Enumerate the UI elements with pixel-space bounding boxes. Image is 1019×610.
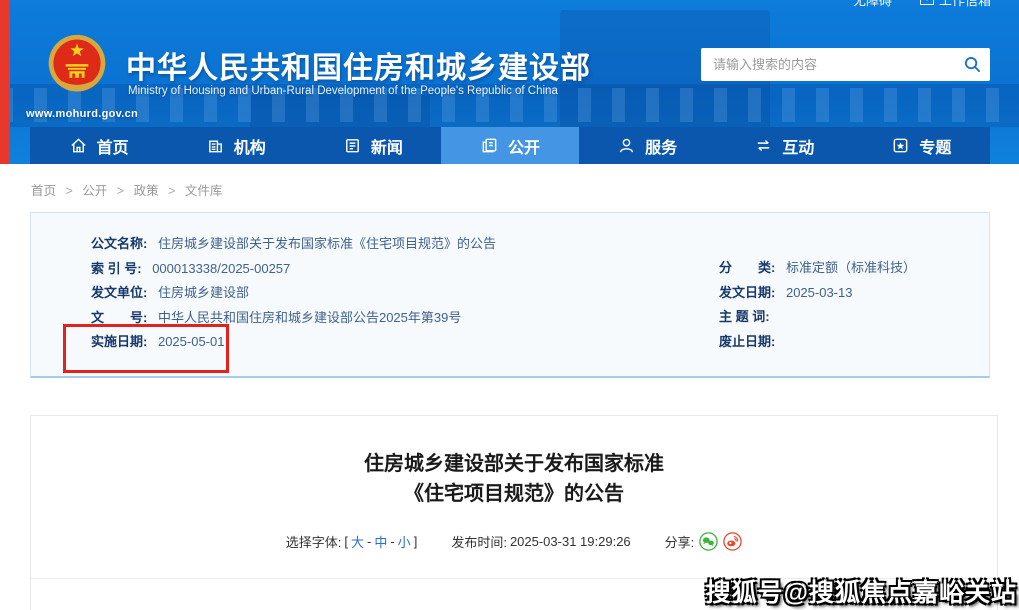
sohu-watermark: 搜狐号@搜狐焦点嘉峪关站: [706, 573, 1017, 609]
topbar: 无障碍 工作信箱: [853, 0, 991, 9]
search-button[interactable]: [954, 48, 990, 81]
site-subtitle-english: Ministry of Housing and Urban-Rural Deve…: [128, 85, 558, 97]
font-size-medium[interactable]: 中: [374, 532, 387, 551]
nav-item-disclosure[interactable]: 公开: [441, 127, 578, 164]
article-meta-row: 选择字体: [ 大 - 中 - 小 ] 发布时间: 2025-03-31 19:…: [31, 532, 997, 551]
home-icon: [69, 136, 88, 155]
nav-item-news[interactable]: 新闻: [304, 127, 441, 164]
font-size-small[interactable]: 小: [398, 532, 411, 551]
main-nav: 首页 机构 新闻 公开 服务: [30, 127, 990, 164]
building-icon: [206, 136, 225, 155]
open-documents-icon: [480, 136, 499, 155]
breadcrumb-disclosure[interactable]: 公开: [82, 184, 107, 198]
nav-item-home[interactable]: 首页: [30, 127, 167, 164]
share-controls: 分享:: [665, 532, 743, 551]
search-input[interactable]: [701, 48, 954, 81]
national-emblem-logo: [46, 32, 108, 100]
meta-row-issue-date: 发文日期: 2025-03-13: [719, 281, 979, 306]
topbar-link-accessibility[interactable]: 无障碍: [853, 0, 892, 9]
meta-row-doc-name: 公文名称: 住房城乡建设部关于发布国家标准《住宅项目规范》的公告: [91, 232, 691, 257]
weibo-share-icon[interactable]: [723, 532, 742, 551]
meta-row-category: 分 类: 标准定额（标准科技）: [719, 256, 979, 281]
breadcrumb: 首页 > 公开 > 政策 > 文件库: [31, 180, 222, 199]
meta-row-repeal-date: 废止日期:: [719, 330, 979, 355]
nav-item-topics[interactable]: 专题: [853, 127, 990, 164]
wechat-share-icon[interactable]: [699, 532, 718, 551]
person-icon: [617, 136, 636, 155]
newspaper-icon: [343, 136, 362, 155]
font-size-large[interactable]: 大: [351, 532, 364, 551]
meta-right-column: 分 类: 标准定额（标准科技） 发文日期: 2025-03-13 主 题 词: …: [719, 256, 979, 354]
site-title: 中华人民共和国住房和城乡建设部: [126, 43, 591, 87]
document-meta-panel: 公文名称: 住房城乡建设部关于发布国家标准《住宅项目规范》的公告 索 引 号: …: [30, 212, 990, 378]
search-icon: [964, 56, 981, 73]
exchange-arrows-icon: [754, 136, 773, 155]
nav-item-organization[interactable]: 机构: [167, 127, 304, 164]
publish-time: 发布时间: 2025-03-31 19:29:26: [451, 532, 630, 551]
topbar-link-mailbox[interactable]: 工作信箱: [920, 0, 991, 9]
search-box: [701, 48, 990, 81]
nav-item-services[interactable]: 服务: [579, 127, 716, 164]
font-size-selector: 选择字体: [ 大 - 中 - 小 ]: [286, 532, 418, 551]
meta-row-issuing-unit: 发文单位: 住房城乡建设部: [91, 281, 691, 306]
mohurd-document-page: 无障碍 工作信箱 www.mohurd.gov.cn 中华人民共和国住房和城乡建…: [0, 0, 1019, 610]
meta-row-subject-words: 主 题 词:: [719, 305, 979, 330]
red-annotation-box: [63, 324, 229, 373]
article-title: 住房城乡建设部关于发布国家标准 《住宅项目规范》的公告: [31, 449, 997, 509]
site-url: www.mohurd.gov.cn: [26, 108, 138, 120]
mail-icon: [920, 0, 934, 5]
breadcrumb-policy[interactable]: 政策: [134, 184, 159, 198]
nav-item-interaction[interactable]: 互动: [716, 127, 853, 164]
star-badge-icon: [891, 136, 910, 155]
left-edge-red-strip: [0, 0, 10, 164]
meta-row-index-number: 索 引 号: 000013338/2025-00257: [91, 257, 691, 282]
breadcrumb-library[interactable]: 文件库: [185, 184, 223, 198]
breadcrumb-home[interactable]: 首页: [31, 184, 56, 198]
